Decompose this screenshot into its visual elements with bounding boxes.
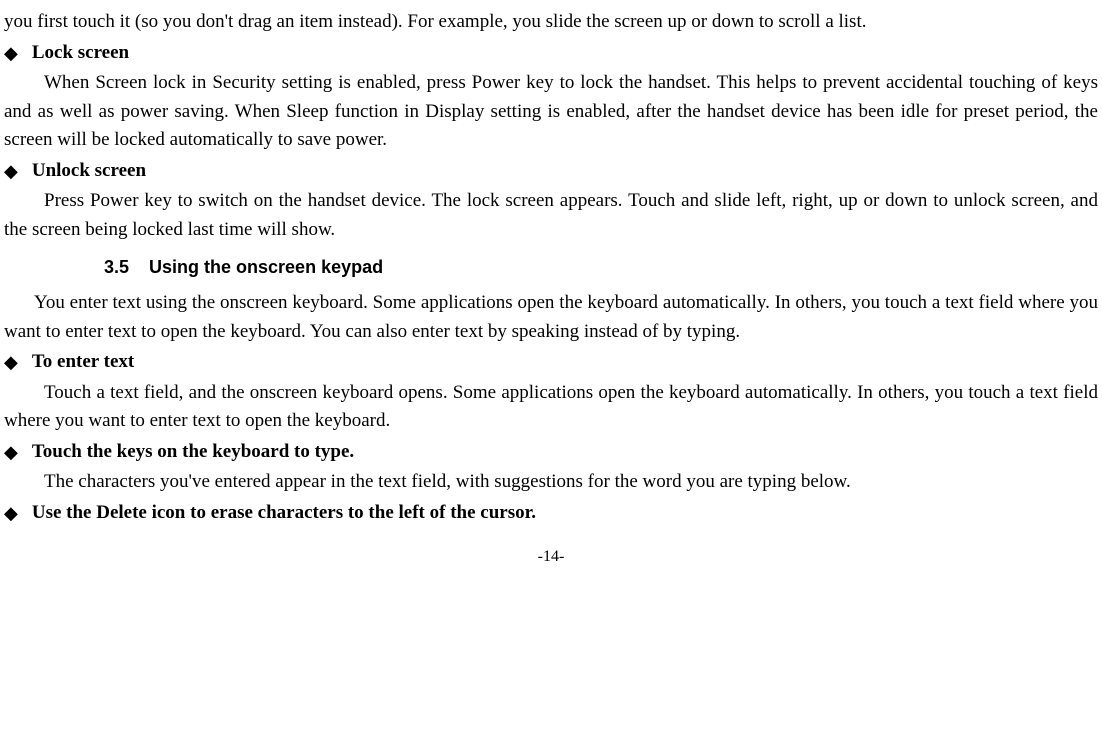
section-heading: 3.5 Using the onscreen keypad xyxy=(104,254,1098,281)
section-intro: You enter text using the onscreen keyboa… xyxy=(4,289,1098,346)
bullet-touch-keys: ◆ Touch the keys on the keyboard to type… xyxy=(4,438,1098,467)
bullet-lock-screen: ◆ Lock screen xyxy=(4,39,1098,68)
page-number: -14- xyxy=(4,545,1098,569)
bullet-use-delete: ◆ Use the Delete icon to erase character… xyxy=(4,499,1098,528)
diamond-icon: ◆ xyxy=(4,162,18,180)
unlock-screen-body: Press Power key to switch on the handset… xyxy=(4,187,1098,244)
diamond-icon: ◆ xyxy=(4,353,18,371)
intro-fragment: you first touch it (so you don't drag an… xyxy=(4,8,1098,37)
section-number: 3.5 xyxy=(104,254,129,281)
bullet-touch-keys-title: Touch the keys on the keyboard to type. xyxy=(32,438,354,467)
bullet-to-enter-text-title: To enter text xyxy=(32,348,134,377)
section-title: Using the onscreen keypad xyxy=(149,257,383,277)
bullet-unlock-screen-title: Unlock screen xyxy=(32,157,146,186)
diamond-icon: ◆ xyxy=(4,44,18,62)
diamond-icon: ◆ xyxy=(4,504,18,522)
bullet-lock-screen-title: Lock screen xyxy=(32,39,129,68)
diamond-icon: ◆ xyxy=(4,443,18,461)
lock-screen-body: When Screen lock in Security setting is … xyxy=(4,69,1098,155)
to-enter-text-body: Touch a text field, and the onscreen key… xyxy=(4,379,1098,436)
bullet-to-enter-text: ◆ To enter text xyxy=(4,348,1098,377)
bullet-unlock-screen: ◆ Unlock screen xyxy=(4,157,1098,186)
touch-keys-body: The characters you've entered appear in … xyxy=(4,468,1098,497)
bullet-use-delete-title: Use the Delete icon to erase characters … xyxy=(32,499,536,528)
